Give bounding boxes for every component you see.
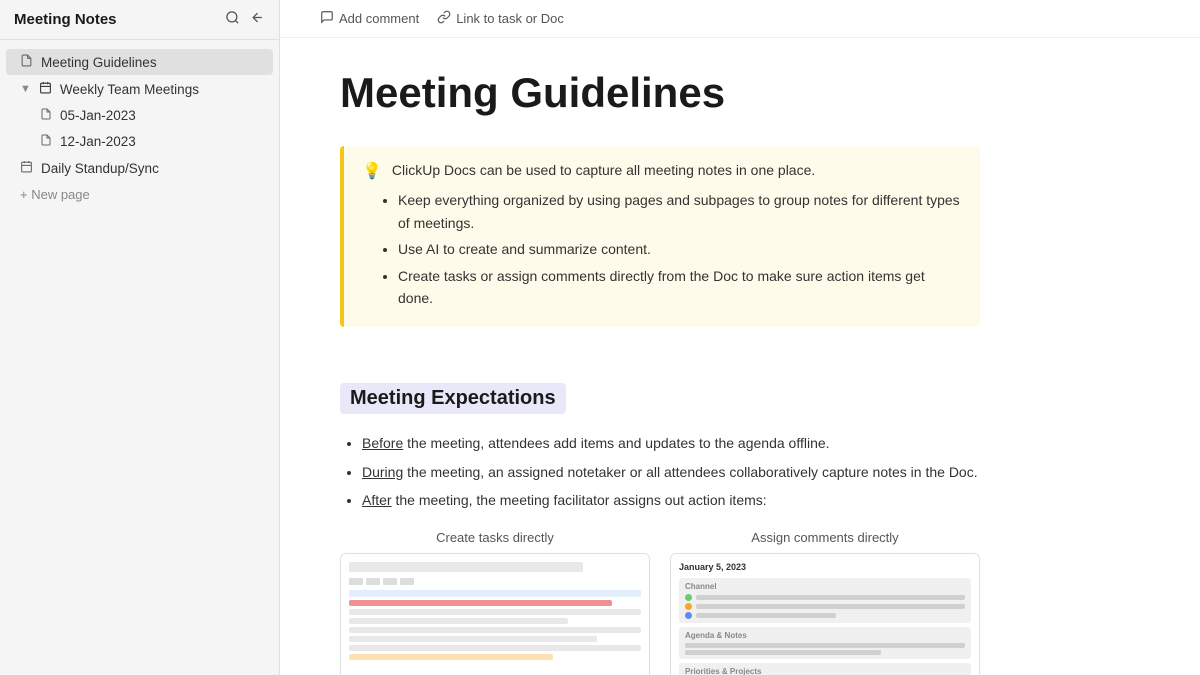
- add-comment-label: Add comment: [339, 11, 419, 26]
- calendar-icon: [39, 81, 52, 97]
- sidebar-icons: [225, 10, 265, 29]
- page-icon: [20, 54, 33, 70]
- document-toolbar: Add comment Link to task or Doc: [280, 0, 1200, 38]
- sidebar-item-daily-standup[interactable]: Daily Standup/Sync: [6, 155, 273, 181]
- calendar-icon: [20, 160, 33, 176]
- image-block-comments: Assign comments directly January 5, 2023…: [670, 530, 980, 675]
- callout-list: Keep everything organized by using pages…: [362, 189, 962, 309]
- lightbulb-icon: 💡: [362, 161, 382, 181]
- image-block-tasks: Create tasks directly: [340, 530, 650, 675]
- during-label: During: [362, 464, 403, 480]
- after-text: the meeting, the meeting facilitator ass…: [392, 492, 767, 508]
- list-item: Keep everything organized by using pages…: [398, 189, 962, 234]
- sidebar-group-weekly-team-meetings: ▼ Weekly Team Meetings 05-Jan-2023: [0, 76, 279, 154]
- expectations-list: Before the meeting, attendees add items …: [340, 432, 980, 511]
- callout-intro: ClickUp Docs can be used to capture all …: [392, 160, 815, 181]
- before-label: Before: [362, 435, 403, 451]
- page-icon: [40, 108, 52, 123]
- link-to-task-button[interactable]: Link to task or Doc: [437, 10, 564, 27]
- page-title: Meeting Guidelines: [340, 68, 980, 118]
- sidebar-item-label: 12-Jan-2023: [60, 134, 136, 149]
- image-caption-tasks: Create tasks directly: [340, 530, 650, 545]
- mock-date: January 5, 2023: [679, 562, 971, 572]
- images-row: Create tasks directly: [340, 530, 980, 675]
- link-label: Link to task or Doc: [456, 11, 564, 26]
- image-caption-comments: Assign comments directly: [670, 530, 980, 545]
- collapse-sidebar-icon[interactable]: [250, 10, 265, 29]
- search-icon[interactable]: [225, 10, 240, 29]
- after-label: After: [362, 492, 392, 508]
- add-comment-button[interactable]: Add comment: [320, 10, 419, 27]
- comment-icon: [320, 10, 334, 27]
- sidebar-item-12-jan-2023[interactable]: 12-Jan-2023: [22, 129, 273, 154]
- list-item: Create tasks or assign comments directly…: [398, 265, 962, 310]
- sidebar-group-header-weekly-team-meetings[interactable]: ▼ Weekly Team Meetings: [6, 76, 273, 102]
- sidebar: Meeting Notes Meeting Guidelines ▼: [0, 0, 280, 675]
- sidebar-item-label: Meeting Guidelines: [41, 55, 157, 70]
- new-page-label: + New page: [20, 187, 90, 202]
- list-item-during: During the meeting, an assigned notetake…: [362, 461, 980, 483]
- mock-task-screenshot: [341, 554, 649, 675]
- sidebar-title: Meeting Notes: [14, 11, 117, 28]
- sidebar-group-label: Weekly Team Meetings: [60, 82, 199, 97]
- sidebar-item-meeting-guidelines[interactable]: Meeting Guidelines: [6, 49, 273, 75]
- sidebar-item-label: 05-Jan-2023: [60, 108, 136, 123]
- document-content: Meeting Guidelines 💡 ClickUp Docs can be…: [280, 38, 1040, 675]
- section-heading-meeting-expectations: Meeting Expectations: [340, 383, 980, 432]
- list-item-before: Before the meeting, attendees add items …: [362, 432, 980, 454]
- sidebar-nav: Meeting Guidelines ▼ Weekly Team Meeting…: [0, 40, 279, 216]
- list-item: Use AI to create and summarize content.: [398, 238, 962, 260]
- link-icon: [437, 10, 451, 27]
- sidebar-header: Meeting Notes: [0, 0, 279, 40]
- callout-top: 💡 ClickUp Docs can be used to capture al…: [362, 160, 962, 181]
- main-content: Add comment Link to task or Doc Meeting …: [280, 0, 1200, 675]
- new-page-button[interactable]: + New page: [6, 182, 273, 207]
- sidebar-group-children-weekly-team-meetings: 05-Jan-2023 12-Jan-2023: [0, 103, 279, 154]
- image-placeholder-comments: January 5, 2023 Channel: [670, 553, 980, 675]
- callout-box: 💡 ClickUp Docs can be used to capture al…: [340, 146, 980, 327]
- page-icon: [40, 134, 52, 149]
- section-heading-text: Meeting Expectations: [340, 383, 566, 414]
- chevron-down-icon: ▼: [20, 83, 31, 95]
- during-text: the meeting, an assigned notetaker or al…: [403, 464, 977, 480]
- mock-comment-screenshot: January 5, 2023 Channel: [671, 554, 979, 675]
- sidebar-item-05-jan-2023[interactable]: 05-Jan-2023: [22, 103, 273, 128]
- image-placeholder-tasks: [340, 553, 650, 675]
- list-item-after: After the meeting, the meeting facilitat…: [362, 489, 980, 511]
- before-text: the meeting, attendees add items and upd…: [403, 435, 829, 451]
- sidebar-item-label: Daily Standup/Sync: [41, 161, 159, 176]
